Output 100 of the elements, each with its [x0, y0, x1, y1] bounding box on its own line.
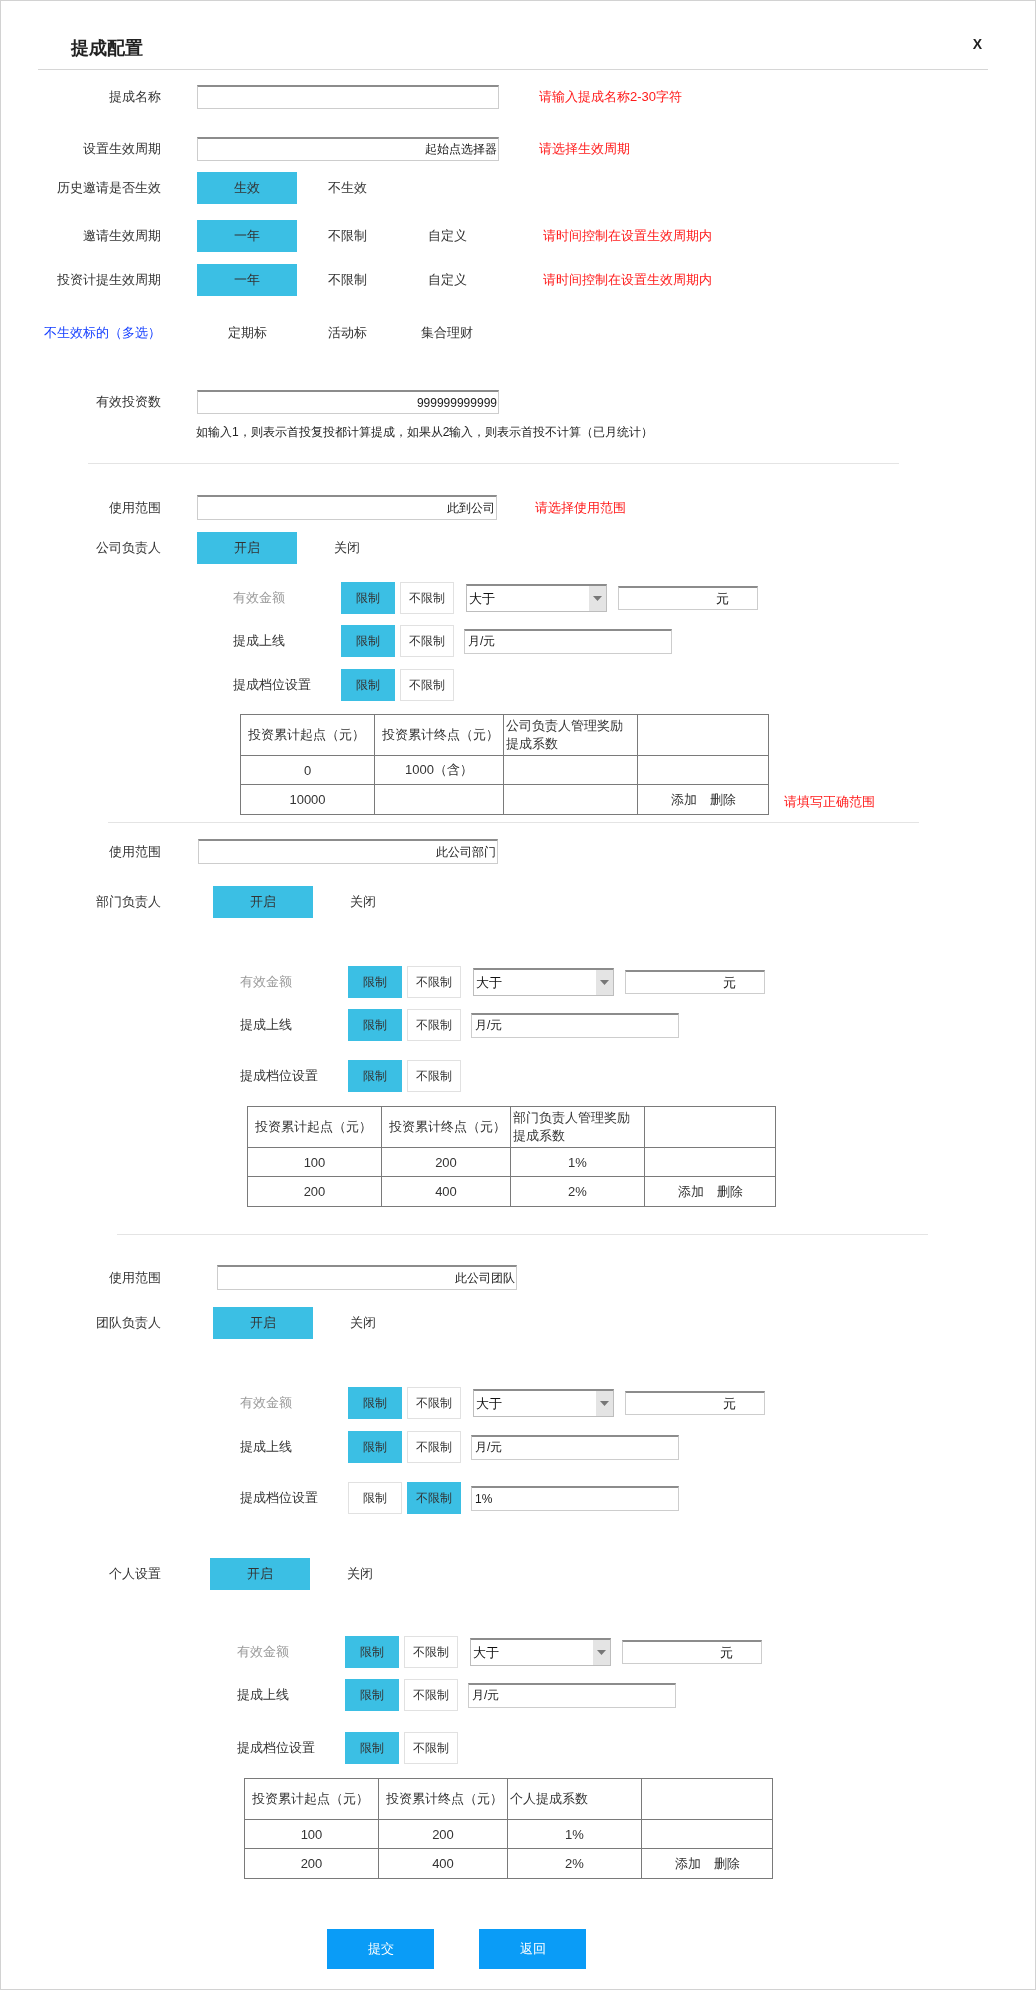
table-cell: 200	[247, 1176, 382, 1207]
add-link[interactable]: 添加	[677, 1183, 704, 1199]
choice-option[interactable]: 限制	[341, 625, 395, 657]
field-label: 有效金额	[233, 590, 285, 606]
choice-option[interactable]: 限制	[341, 669, 395, 701]
field-label: 提成名称	[109, 89, 161, 105]
column-header: 投资累计终点（元）	[381, 1106, 511, 1148]
text-field[interactable]: 月/元	[471, 1012, 679, 1038]
delete-link[interactable]: 删除	[716, 1183, 743, 1199]
field-label: 提成上线	[237, 1687, 289, 1703]
field-label: 不生效标的（多选）	[44, 325, 161, 341]
choice-option[interactable]: 限制	[348, 1482, 402, 1514]
choice-option[interactable]: 不限制	[400, 625, 454, 657]
add-link[interactable]: 添加	[670, 791, 697, 807]
field-label: 邀请生效周期	[83, 228, 161, 244]
delete-link[interactable]: 删除	[713, 1855, 740, 1871]
choice-option[interactable]: 开启	[210, 1558, 310, 1590]
caret-icon	[589, 586, 606, 611]
field-label: 有效金额	[240, 1395, 292, 1411]
delete-link[interactable]: 删除	[709, 791, 736, 807]
choice-option[interactable]: 定期标	[227, 325, 267, 341]
choice-option[interactable]: 集合理财	[421, 325, 473, 341]
field-label: 使用范围	[109, 843, 161, 860]
field-label: 提成档位设置	[237, 1740, 315, 1756]
choice-option[interactable]: 不限制	[404, 1732, 458, 1764]
choice-option[interactable]: 限制	[348, 1009, 402, 1041]
choice-option[interactable]: 不限制	[407, 1009, 461, 1041]
table-cell: 0	[240, 755, 375, 785]
field-label: 提成档位设置	[233, 677, 311, 693]
choice-option[interactable]: 一年	[197, 220, 297, 252]
choice-option[interactable]: 自定义	[427, 228, 467, 244]
caret-icon	[596, 970, 613, 995]
text-field[interactable]: 月/元	[471, 1434, 679, 1460]
text-field[interactable]: 月/元	[468, 1682, 676, 1708]
choice-option[interactable]: 关闭	[334, 540, 360, 556]
caret-icon	[596, 1391, 613, 1416]
choice-option[interactable]: 开启	[213, 1307, 313, 1339]
field-label: 使用范围	[109, 1269, 161, 1286]
field-label: 公司负责人	[96, 540, 161, 556]
column-header: 投资累计终点（元）	[378, 1778, 508, 1820]
choice-option[interactable]: 不限制	[407, 1060, 461, 1092]
choice-option[interactable]: 限制	[348, 1431, 402, 1463]
choice-option[interactable]: 不限制	[327, 228, 367, 244]
field-label: 有效金额	[240, 974, 292, 990]
choice-option[interactable]: 关闭	[350, 1315, 376, 1331]
choice-option[interactable]: 不限制	[407, 1431, 461, 1463]
choice-option[interactable]: 自定义	[427, 272, 467, 288]
table-cell: 2%	[507, 1848, 642, 1879]
choice-option[interactable]: 不限制	[407, 1482, 461, 1514]
table-cell: 100	[244, 1819, 379, 1849]
text-field[interactable]: 此到公司	[197, 495, 497, 520]
text-field[interactable]	[197, 85, 499, 109]
column-header: 公司负责人管理奖励提成系数	[503, 714, 638, 756]
add-link[interactable]: 添加	[674, 1855, 701, 1871]
choice-option[interactable]: 生效	[197, 172, 297, 204]
text-field[interactable]: 此公司团队	[217, 1265, 517, 1290]
text-field[interactable]: 月/元	[464, 628, 672, 654]
choice-option[interactable]: 一年	[197, 264, 297, 296]
table-cell: 200	[244, 1848, 379, 1879]
column-header: 投资累计起点（元）	[240, 714, 375, 756]
text-field[interactable]: 此公司部门	[198, 839, 498, 864]
validation-hint: 请输入提成名称2-30字符	[539, 89, 683, 105]
field-label: 使用范围	[109, 499, 161, 516]
choice-option[interactable]: 关闭	[350, 894, 376, 910]
text-field[interactable]: 1%	[471, 1485, 679, 1511]
table-cell: 1000（含）	[374, 755, 504, 785]
choice-option[interactable]: 活动标	[327, 325, 367, 341]
field-label: 提成档位设置	[240, 1068, 318, 1084]
choice-option[interactable]: 不限制	[400, 669, 454, 701]
validation-hint: 请选择使用范围	[535, 499, 626, 516]
choice-option[interactable]: 关闭	[347, 1566, 373, 1582]
validation-hint: 请填写正确范围	[784, 794, 875, 810]
choice-option[interactable]: 开启	[197, 532, 297, 564]
field-label: 提成档位设置	[240, 1490, 318, 1506]
choice-option[interactable]: 限制	[345, 1732, 399, 1764]
field-label: 部门负责人	[96, 894, 161, 910]
table-cell: 1%	[510, 1147, 645, 1177]
help-text: 如输入1，则表示首投复投都计算提成，如果从2输入，则表示首投不计算（已月统计）	[196, 424, 655, 440]
validation-hint: 请时间控制在设置生效周期内	[543, 272, 712, 288]
field-label: 历史邀请是否生效	[57, 180, 161, 196]
close-button[interactable]: X	[971, 36, 983, 52]
table-cell: 10000	[240, 784, 375, 815]
column-header: 投资累计起点（元）	[247, 1106, 382, 1148]
field-label: 有效投资数	[96, 394, 161, 410]
field-label: 个人设置	[109, 1566, 161, 1582]
text-field[interactable]: 999999999999	[197, 390, 499, 414]
column-header: 个人提成系数	[507, 1778, 642, 1820]
choice-option[interactable]: 开启	[213, 886, 313, 918]
field-label: 团队负责人	[96, 1315, 161, 1331]
table-cell: 200	[381, 1147, 511, 1177]
field-label: 有效金额	[237, 1644, 289, 1660]
choice-option[interactable]: 不限制	[404, 1679, 458, 1711]
column-header: 部门负责人管理奖励提成系数	[510, 1106, 645, 1148]
text-field[interactable]: 起始点选择器	[197, 137, 499, 161]
choice-option[interactable]: 不限制	[327, 272, 367, 288]
choice-option[interactable]: 限制	[348, 1060, 402, 1092]
choice-option[interactable]: 不生效	[327, 180, 367, 196]
field-label: 提成上线	[233, 633, 285, 649]
choice-option[interactable]: 限制	[345, 1679, 399, 1711]
field-label: 提成上线	[240, 1439, 292, 1455]
